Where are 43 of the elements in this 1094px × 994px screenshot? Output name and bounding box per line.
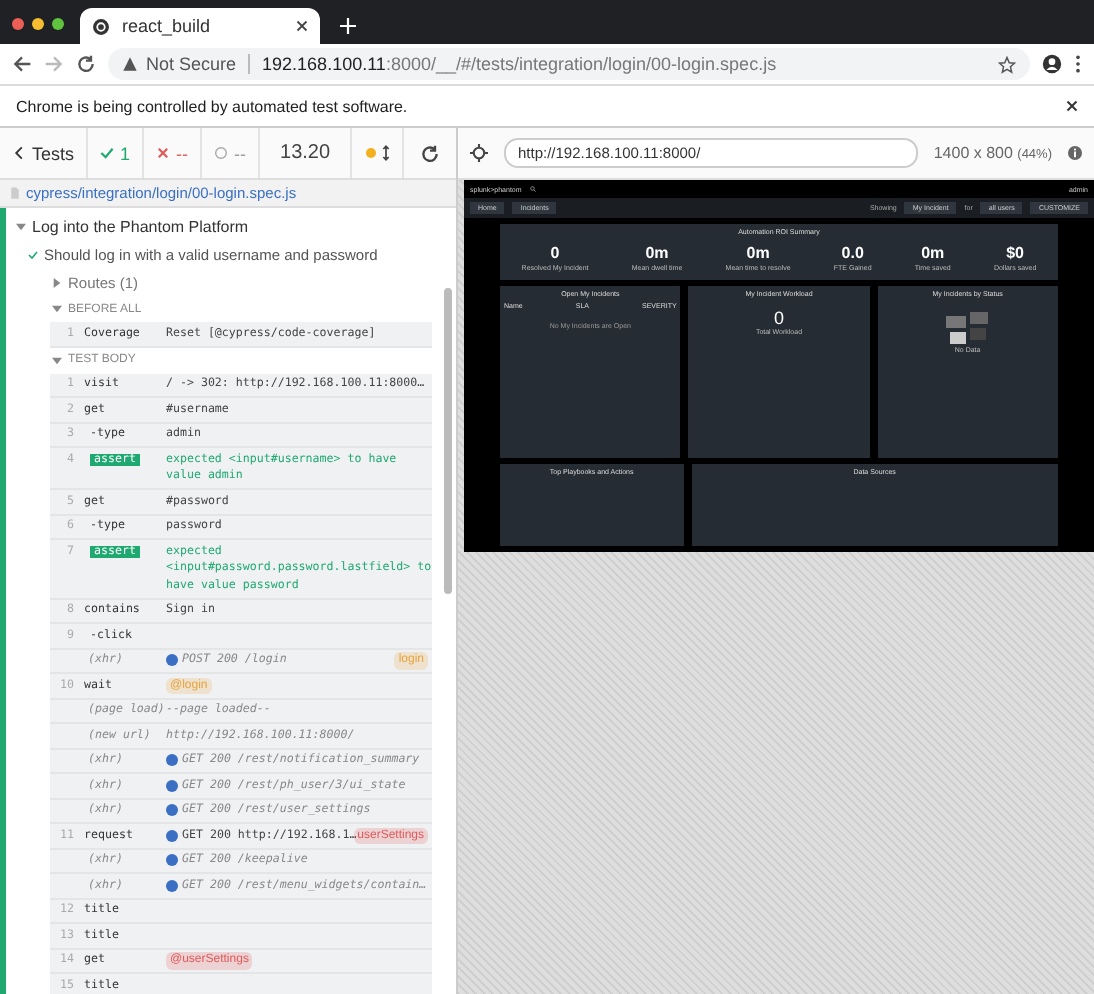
back-icon[interactable] — [12, 54, 32, 74]
cypress-logo-icon — [92, 17, 110, 35]
pending-icon — [214, 146, 229, 160]
metric-value: 0 — [550, 244, 560, 262]
info-icon[interactable] — [1068, 146, 1082, 160]
tests-button[interactable]: Tests — [0, 128, 89, 178]
profile-icon[interactable] — [1042, 54, 1062, 74]
workload-value: 0 — [771, 306, 786, 328]
reload-icon[interactable] — [76, 54, 96, 74]
suite-title[interactable]: Log into the Phantom Platform — [32, 218, 249, 236]
chevron-left-icon — [12, 146, 26, 160]
caret-icon[interactable] — [52, 355, 62, 365]
passed-count: 1 — [120, 143, 131, 163]
caret-icon[interactable] — [52, 277, 62, 287]
new-tab-icon[interactable] — [340, 18, 356, 34]
search-icon[interactable] — [529, 186, 536, 192]
metric-value: 0m — [645, 244, 669, 262]
metric-value: 0m — [746, 244, 770, 262]
metric-value: $0 — [1006, 244, 1025, 262]
star-icon[interactable] — [998, 55, 1016, 73]
close-icon[interactable] — [296, 20, 308, 32]
security-label: Not Secure — [146, 54, 237, 74]
pending-count: -- — [234, 143, 247, 163]
cross-icon — [156, 146, 171, 160]
scroll-toggle-icon[interactable] — [382, 144, 390, 162]
warning-icon — [122, 56, 138, 72]
close-icon[interactable] — [1066, 100, 1078, 112]
no-data-icon — [943, 312, 992, 344]
check-icon — [100, 146, 115, 160]
menu-icon[interactable] — [1074, 54, 1082, 74]
metric-value: 0.0 — [841, 244, 864, 262]
browser-tab[interactable]: react_build — [80, 8, 320, 44]
caret-icon[interactable] — [16, 222, 26, 232]
selector-icon[interactable] — [470, 144, 488, 162]
url-text: 192.168.100.11:8000/__/#/tests/integration/login/00-login.spec.js — [262, 54, 779, 74]
failed-count: -- — [176, 143, 189, 163]
metric-value: 0m — [921, 244, 945, 262]
caret-icon[interactable] — [52, 304, 62, 314]
scrollbar[interactable] — [444, 288, 452, 594]
automation-notice: Chrome is being controlled by automated test software. — [16, 97, 408, 115]
address-bar[interactable]: Not Secure 192.168.100.11:8000/__/#/tests/integration/login/00-login.spec.js — [108, 48, 1030, 80]
file-icon — [10, 186, 20, 200]
duration: 13.20 — [260, 128, 353, 178]
